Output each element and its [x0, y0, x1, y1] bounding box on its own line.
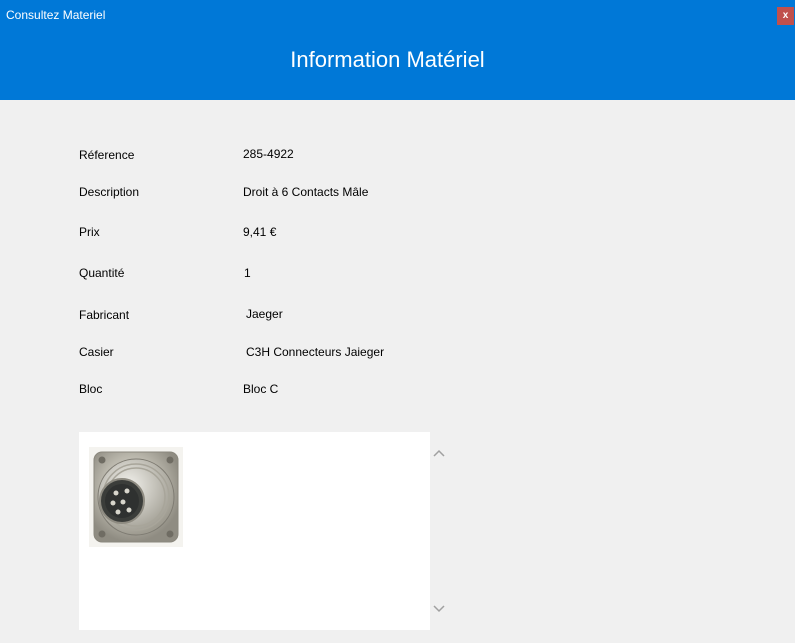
chevron-down-icon[interactable] — [430, 600, 447, 617]
manufacturer-label: Fabricant — [79, 308, 130, 322]
manufacturer-value: Jaeger — [246, 307, 283, 321]
reference-value: 285-4922 — [243, 147, 294, 161]
bin-value: C3H Connecteurs Jaieger — [246, 345, 385, 359]
page-title: Information Matériel — [290, 47, 485, 72]
chevron-up-icon[interactable] — [430, 444, 447, 461]
image-scrollbar[interactable] — [430, 432, 447, 630]
reference-label: Réference — [79, 148, 135, 162]
image-panel[interactable] — [79, 432, 447, 630]
quantity-value: 1 — [244, 266, 251, 280]
title-bar: Consultez Materiel x Information Matérie… — [0, 0, 795, 100]
bin-label: Casier — [79, 345, 114, 359]
quantity-label: Quantité — [79, 266, 125, 280]
description-label: Description — [79, 185, 140, 199]
block-label: Bloc — [79, 382, 103, 396]
window-title: Consultez Materiel — [6, 8, 106, 22]
description-value: Droit à 6 Contacts Mâle — [243, 185, 369, 199]
block-value: Bloc C — [243, 382, 279, 396]
connector-photo — [89, 447, 183, 547]
price-value: 9,41 € — [243, 225, 277, 239]
price-label: Prix — [79, 225, 100, 239]
close-button[interactable]: x — [777, 7, 794, 25]
